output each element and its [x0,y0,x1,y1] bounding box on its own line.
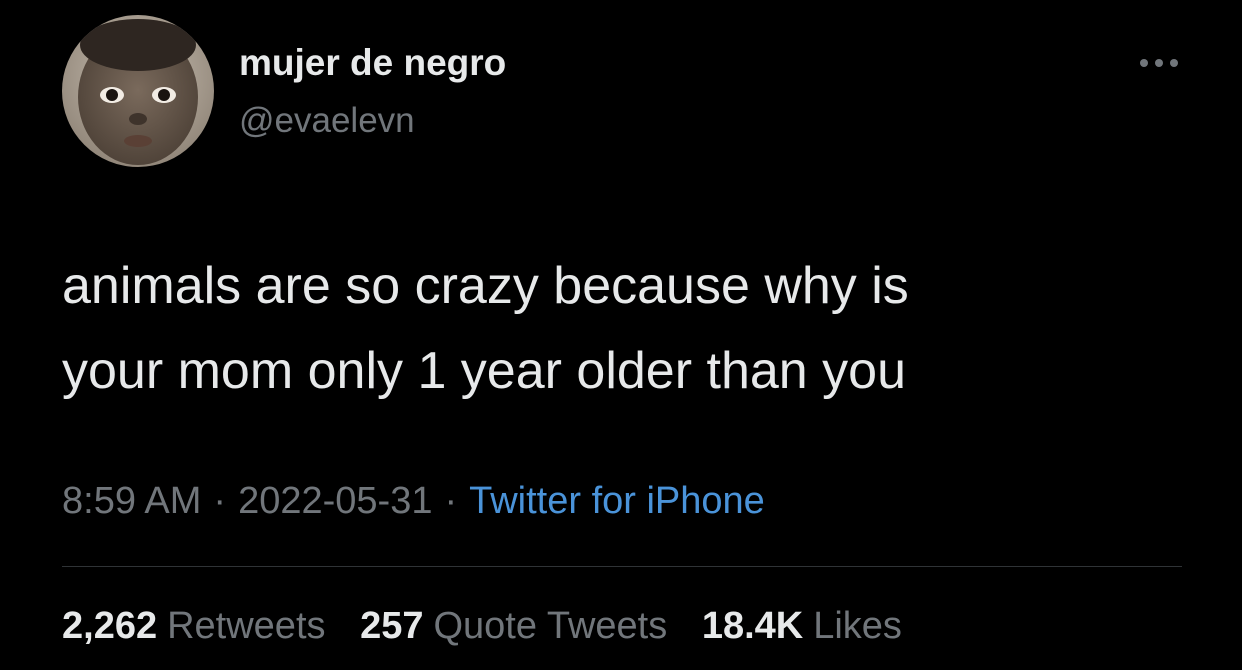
divider [62,566,1182,567]
tweet-text: animals are so crazy because why is your… [62,244,1192,414]
likes-count: 18.4K [701,605,804,647]
tweet-source-link[interactable]: Twitter for iPhone [469,480,765,522]
meta-separator: · [213,480,227,522]
quote-tweets-label: Quote Tweets [433,605,668,647]
more-horizontal-icon [1140,59,1178,67]
tweet-card: mujer de negro @evaelevn animals are so … [0,0,1242,670]
tweet-time[interactable]: 8:59 AM [62,480,201,522]
tweet-meta: 8:59 AM · 2022-05-31 · Twitter for iPhone [62,482,765,520]
more-options-button[interactable] [1136,52,1182,74]
author-handle[interactable]: @evaelevn [239,103,415,138]
tweet-text-line: animals are so crazy because why is [62,257,909,315]
author-display-name[interactable]: mujer de negro [239,44,506,81]
retweets-stat[interactable]: 2,262 Retweets [62,607,326,645]
quote-tweets-stat[interactable]: 257 Quote Tweets [360,607,667,645]
tweet-date[interactable]: 2022-05-31 [238,480,432,522]
avatar-image [62,15,214,167]
retweets-label: Retweets [167,605,326,647]
avatar[interactable] [62,15,214,167]
quote-tweets-count: 257 [360,605,424,647]
likes-stat[interactable]: 18.4K Likes [702,607,902,645]
likes-label: Likes [813,605,902,647]
tweet-text-line: your mom only 1 year older than you [62,342,906,400]
retweets-count: 2,262 [62,605,158,647]
meta-separator: · [444,480,458,522]
tweet-stats: 2,262 Retweets 257 Quote Tweets 18.4K Likes [62,607,926,645]
